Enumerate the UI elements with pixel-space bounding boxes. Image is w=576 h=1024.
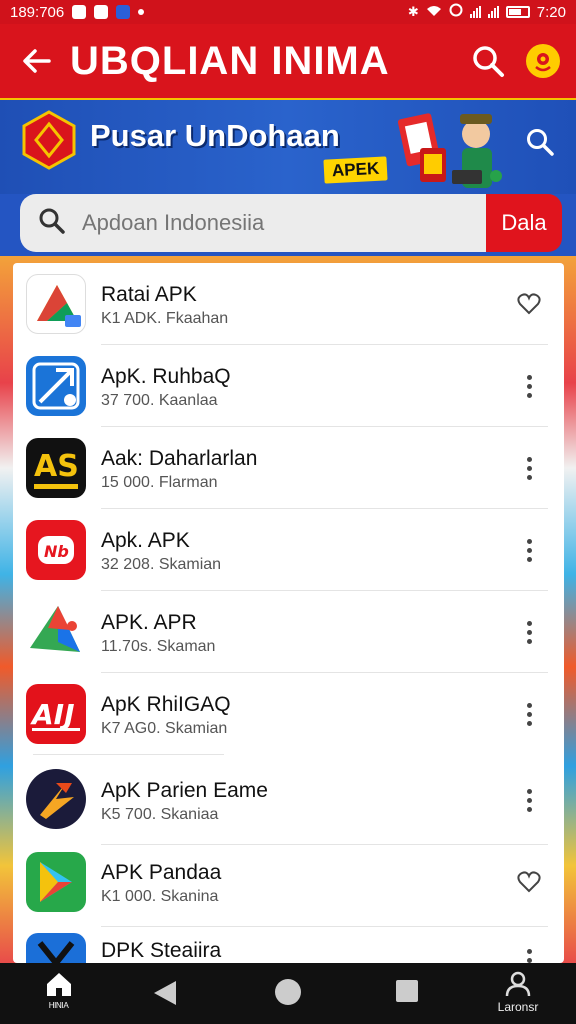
promo-banner: Pusar UnDohaan APEK — [0, 98, 576, 194]
app-meta: 11.70s. Skaman — [101, 638, 216, 655]
signal-icon — [469, 6, 481, 18]
list-item[interactable]: AIJ ApK RhiIGAQ K7 AG0. Skamian — [13, 673, 564, 755]
search-input[interactable] — [82, 210, 442, 236]
app-meta: K5 700. Skaniaa — [101, 806, 219, 823]
app-logo-icon — [26, 602, 86, 662]
app-logo-icon: AIJ — [26, 684, 86, 744]
list-item[interactable]: AS Aak: Daharlarlan 15 000. Flarman — [13, 427, 564, 509]
bottom-navigation: ᴴᴵᴺᴵᴬ Laronsr — [0, 963, 576, 1024]
app-name: APK Pandaa — [101, 861, 222, 884]
app-name: Ratai APK — [101, 283, 197, 306]
status-bar: 189:706 ✱ 7:20 — [0, 0, 576, 24]
app-logo-icon — [26, 769, 86, 829]
more-vert-icon[interactable] — [514, 945, 544, 963]
recents-square-icon[interactable] — [395, 979, 419, 1003]
app-logo-icon: Nb — [26, 520, 86, 580]
list-item[interactable]: DPK Steaiira — [13, 927, 564, 963]
search-icon[interactable] — [468, 41, 508, 81]
banner-logo-icon — [22, 110, 76, 170]
more-vert-icon[interactable] — [514, 535, 544, 565]
banner-title: Pusar UnDohaan — [90, 118, 340, 153]
app-logo-icon — [26, 933, 86, 963]
home-circle-icon[interactable] — [274, 978, 302, 1006]
favorite-heart-icon[interactable] — [514, 289, 544, 319]
notification-app-icon — [72, 5, 87, 19]
app-name: APK. APR — [101, 611, 197, 634]
notification-app-icon — [94, 5, 109, 19]
svg-text:AS: AS — [34, 449, 79, 484]
app-name: Apk. APK — [101, 529, 190, 552]
alarm-icon — [449, 3, 463, 21]
bluetooth-icon: ✱ — [407, 4, 419, 19]
favorite-heart-icon[interactable] — [514, 867, 544, 897]
app-logo-icon — [26, 852, 86, 912]
home-icon — [44, 971, 74, 1000]
signal-icon — [487, 6, 499, 18]
nav-home-label: ᴴᴵᴺᴵᴬ — [49, 1000, 69, 1014]
wifi-icon — [426, 4, 442, 21]
app-meta: K1 ADK. Fkaahan — [101, 310, 229, 327]
nav-profile-label: Laronsr — [497, 1000, 539, 1014]
more-vert-icon[interactable] — [514, 371, 544, 401]
page-title: UBQLIAN INIMA — [70, 38, 390, 83]
notification-app-icon — [116, 5, 131, 19]
list-item[interactable]: ApK. RuhbaQ 37 700. Kaanlaa — [13, 345, 564, 427]
mascot-icon[interactable] — [526, 44, 560, 78]
list-item[interactable]: Nb Apk. APK 32 208. Skamian — [13, 509, 564, 591]
status-time-right: 7:20 — [536, 3, 566, 21]
app-meta: K1 000. Skanina — [101, 888, 219, 905]
svg-text:Nb: Nb — [44, 542, 69, 561]
search-icon — [38, 207, 66, 240]
app-logo-icon — [26, 356, 86, 416]
app-name: ApK. RuhbaQ — [101, 365, 231, 388]
app-name: ApK Parien Eame — [101, 779, 268, 802]
back-triangle-icon[interactable] — [152, 979, 178, 1007]
nav-home[interactable]: ᴴᴵᴺᴵᴬ — [36, 971, 82, 1014]
svg-text:AIJ: AIJ — [30, 698, 75, 731]
app-logo-icon — [26, 274, 86, 334]
app-name: Aak: Daharlarlan — [101, 447, 258, 470]
profile-icon — [504, 971, 532, 1000]
nav-profile[interactable]: Laronsr — [488, 971, 548, 1014]
list-item[interactable]: Ratai APK K1 ADK. Fkaahan — [13, 263, 564, 345]
more-vert-icon[interactable] — [514, 453, 544, 483]
list-item[interactable]: ApK Parien Eame K5 700. Skaniaa — [13, 755, 564, 845]
search-button[interactable]: Dala — [486, 194, 562, 252]
app-bar: UBQLIAN INIMA — [0, 24, 576, 98]
battery-icon — [505, 6, 530, 18]
search-icon[interactable] — [520, 122, 560, 162]
search-field[interactable] — [20, 194, 486, 252]
app-meta: K7 AG0. Skamian — [101, 720, 228, 737]
status-time-left: 189:706 — [10, 3, 65, 21]
more-vert-icon[interactable] — [514, 699, 544, 729]
app-list: Ratai APK K1 ADK. Fkaahan ApK. RuhbaQ 37… — [13, 263, 564, 963]
more-vert-icon[interactable] — [514, 617, 544, 647]
banner-character-illustration — [397, 106, 508, 192]
back-arrow-icon[interactable] — [16, 41, 56, 81]
more-vert-icon[interactable] — [514, 785, 544, 815]
list-item[interactable]: APK Pandaa K1 000. Skanina — [13, 845, 564, 927]
list-item[interactable]: APK. APR 11.70s. Skaman — [13, 591, 564, 673]
notification-dot-icon — [138, 9, 145, 15]
app-name: ApK RhiIGAQ — [101, 693, 231, 716]
app-name: DPK Steaiira — [101, 939, 222, 962]
search-bar: Dala — [0, 194, 576, 256]
app-meta: 37 700. Kaanlaa — [101, 392, 218, 409]
app-meta: 32 208. Skamian — [101, 556, 222, 573]
app-meta: 15 000. Flarman — [101, 474, 218, 491]
app-logo-icon: AS — [26, 438, 86, 498]
banner-badge: APEK — [323, 156, 388, 184]
